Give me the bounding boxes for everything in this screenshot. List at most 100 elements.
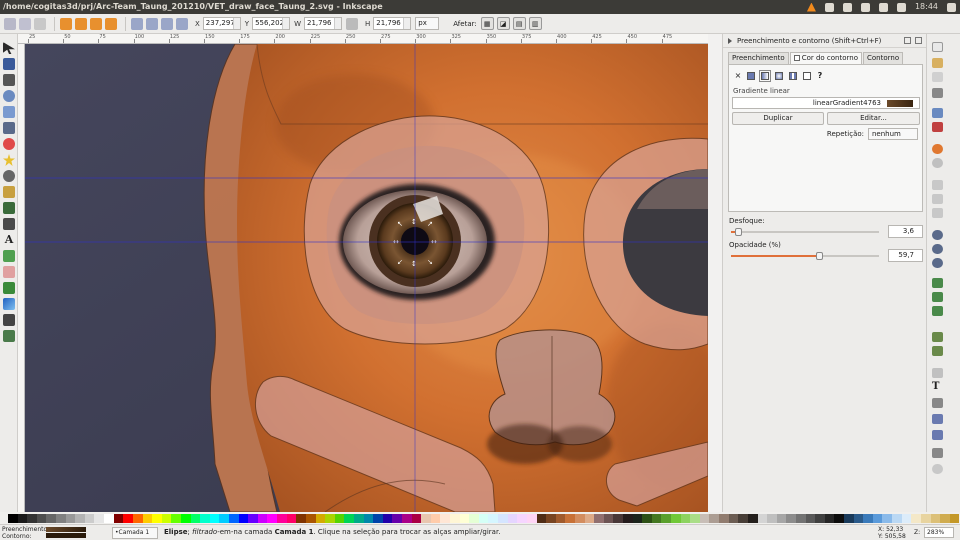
tab-fill[interactable]: Preenchimento <box>728 52 789 64</box>
align-icon[interactable] <box>932 414 943 424</box>
palette-swatch[interactable] <box>469 514 479 523</box>
connector-tool-icon[interactable] <box>3 330 15 342</box>
palette-swatch[interactable] <box>75 514 85 523</box>
palette-swatch[interactable] <box>123 514 133 523</box>
palette-swatch[interactable] <box>776 514 787 523</box>
clone-icon[interactable] <box>932 292 943 302</box>
horizontal-ruler[interactable]: 25 50 75 100 125 150 175 200 225 250 275 300 325 350 3… <box>18 34 708 44</box>
dialog-title-bar[interactable]: Preenchimento e contorno (Shift+Ctrl+F) <box>723 34 927 48</box>
palette-swatch[interactable] <box>229 514 239 523</box>
palette-swatch[interactable] <box>853 514 864 523</box>
palette-swatch[interactable] <box>132 514 143 523</box>
palette-swatch[interactable] <box>613 514 623 523</box>
palette-swatch[interactable] <box>353 514 364 523</box>
handle-ne[interactable]: ↗ <box>427 220 433 228</box>
palette-swatch[interactable] <box>555 514 566 523</box>
palette-swatch[interactable] <box>334 514 345 523</box>
palette-swatch[interactable] <box>690 514 700 523</box>
palette-swatch[interactable] <box>65 514 76 523</box>
zoom-selection-icon[interactable] <box>932 230 943 240</box>
palette-swatch[interactable] <box>872 514 883 523</box>
zoom-page-icon[interactable] <box>932 258 943 268</box>
palette-swatch[interactable] <box>84 514 95 523</box>
handle-s[interactable]: ↕ <box>411 260 417 268</box>
raise-to-top-icon[interactable] <box>131 17 143 30</box>
palette-swatch[interactable] <box>401 514 412 523</box>
linear-gradient-icon[interactable] <box>759 70 771 82</box>
collapse-icon[interactable] <box>728 38 732 44</box>
flip-vertical-icon[interactable] <box>105 17 117 30</box>
clock[interactable]: 18:44 <box>915 0 938 14</box>
redo-icon[interactable] <box>932 158 943 168</box>
eraser-tool-icon[interactable] <box>3 266 15 278</box>
swatch-icon[interactable] <box>803 72 811 80</box>
palette-swatch[interactable] <box>901 514 912 523</box>
palette-swatch[interactable] <box>36 514 47 523</box>
palette-swatch[interactable] <box>498 514 508 523</box>
palette-swatch[interactable] <box>152 514 162 523</box>
palette-swatch[interactable] <box>171 514 181 523</box>
y-input[interactable]: 556,202 <box>252 17 291 30</box>
palette-swatch[interactable] <box>747 514 758 523</box>
fill-swatch[interactable] <box>46 527 86 532</box>
preferences-icon[interactable] <box>932 430 943 440</box>
palette-swatch[interactable] <box>546 514 556 523</box>
zoom-tool-icon[interactable] <box>3 90 15 102</box>
palette-swatch[interactable] <box>113 514 124 523</box>
flip-horizontal-icon[interactable] <box>90 17 102 30</box>
palette-swatch[interactable] <box>815 514 825 523</box>
palette-swatch[interactable] <box>488 514 499 523</box>
dropper-tool-icon[interactable] <box>3 314 15 326</box>
palette-swatch[interactable] <box>526 514 537 523</box>
copy-icon[interactable] <box>932 180 943 190</box>
palette-swatch[interactable] <box>651 514 662 523</box>
palette-swatch[interactable] <box>200 514 210 523</box>
handle-sw[interactable]: ↙ <box>397 258 403 266</box>
scale-corners-icon[interactable]: ◪ <box>496 17 510 30</box>
tweak-tool-icon[interactable] <box>3 74 15 86</box>
palette-swatch[interactable] <box>142 514 153 523</box>
width-input[interactable]: 21,796 <box>304 17 342 30</box>
paste-icon[interactable] <box>932 208 943 218</box>
palette-swatch[interactable] <box>786 514 796 523</box>
palette-swatch[interactable] <box>594 514 604 523</box>
palette-swatch[interactable] <box>911 514 921 523</box>
pattern-icon[interactable] <box>789 72 797 80</box>
unlink-clone-icon[interactable] <box>932 306 943 316</box>
palette-swatch[interactable] <box>584 514 595 523</box>
palette-swatch[interactable] <box>728 514 739 523</box>
height-input[interactable]: 21,796 <box>373 17 412 30</box>
flat-color-icon[interactable] <box>747 72 755 80</box>
3d-box-tool-icon[interactable] <box>3 122 15 134</box>
palette-swatch[interactable] <box>209 514 220 523</box>
transform-patterns-icon[interactable]: ▥ <box>528 17 542 30</box>
text-tool-icon[interactable]: A <box>3 234 15 246</box>
palette-swatch[interactable] <box>382 514 393 523</box>
vlc-icon[interactable] <box>806 2 816 12</box>
palette-swatch[interactable] <box>450 514 460 523</box>
layer-select[interactable]: •Camada 1 <box>112 527 158 539</box>
select-all-layers-icon[interactable] <box>19 17 31 30</box>
palette-swatch[interactable] <box>632 514 643 523</box>
battery-icon[interactable] <box>878 2 888 12</box>
lower-to-bottom-icon[interactable] <box>176 17 188 30</box>
group-icon[interactable] <box>932 332 943 342</box>
gear-icon[interactable] <box>947 2 956 12</box>
float-icon[interactable] <box>904 37 911 44</box>
palette-swatch[interactable] <box>949 514 960 523</box>
duplicate-icon[interactable] <box>932 278 943 288</box>
gradient-tool-icon[interactable] <box>3 298 15 310</box>
palette-swatch[interactable] <box>517 514 527 523</box>
palette-swatch[interactable] <box>430 514 441 523</box>
palette-swatch[interactable] <box>757 514 768 523</box>
palette-swatch[interactable] <box>344 514 354 523</box>
document-properties-icon[interactable] <box>932 448 943 458</box>
blur-input[interactable]: 3,6 <box>888 225 923 238</box>
palette-swatch[interactable] <box>478 514 489 523</box>
palette-swatch[interactable] <box>94 514 105 523</box>
lock-icon[interactable] <box>346 17 358 30</box>
unset-icon[interactable]: ? <box>815 71 825 81</box>
radial-gradient-icon[interactable] <box>775 72 783 80</box>
palette-swatch[interactable] <box>296 514 306 523</box>
handle-se[interactable]: ↘ <box>427 258 433 266</box>
